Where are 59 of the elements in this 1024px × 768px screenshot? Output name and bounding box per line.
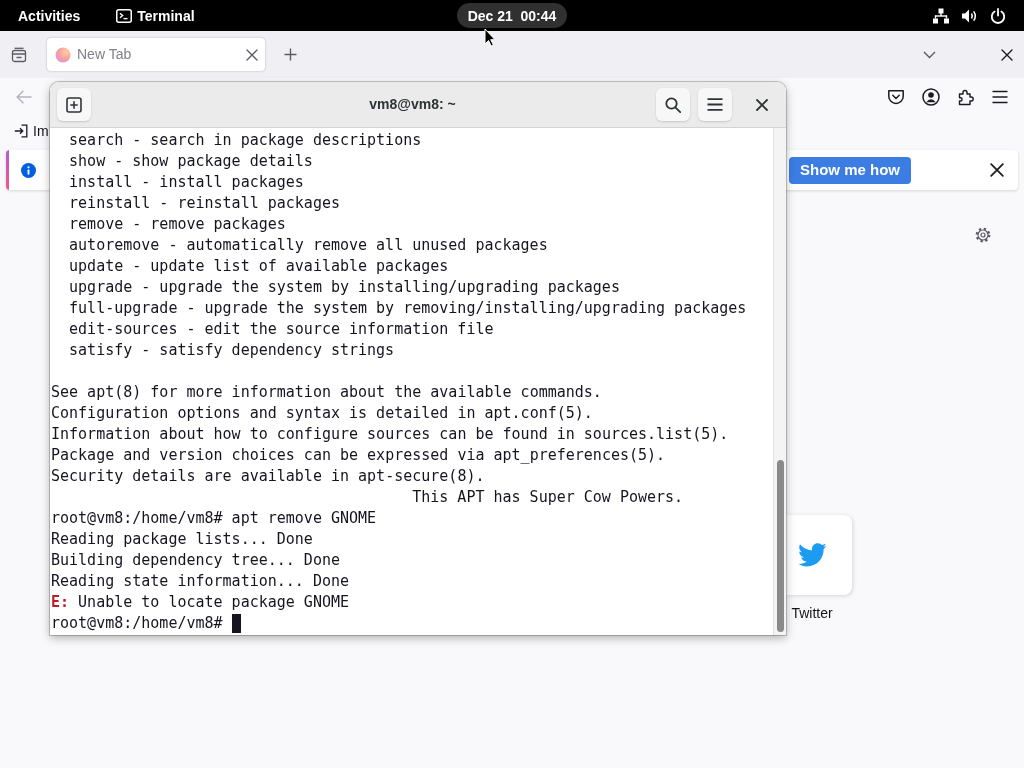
tab-list-icon[interactable] [11, 46, 27, 63]
puzzle-icon[interactable] [957, 88, 975, 106]
help-line: upgrade - upgrade the system by installing/upgrading packages [69, 277, 620, 298]
help-line: full-upgrade - upgrade the system by removing/installing/upgrading packages [69, 298, 747, 319]
help-line: edit-sources - edit the source information file [69, 319, 494, 340]
help-line: autoremove - automatically remove all unused packages [69, 235, 548, 256]
search-button[interactable] [656, 88, 690, 121]
prompt-line: root@vm8:/home/vm8# apt remove GNOME [51, 508, 377, 529]
menu-button[interactable] [698, 88, 732, 121]
shortcut-tile[interactable] [786, 515, 852, 595]
help-line: search - search in package descriptions [69, 130, 422, 151]
menu-icon [707, 98, 723, 111]
close-icon[interactable] [246, 48, 258, 61]
output-line: Building dependency tree... Done [51, 550, 340, 571]
chevron-down-icon[interactable] [923, 50, 936, 59]
error-line: E: Unable to locate package GNOME [51, 592, 350, 613]
browser-logo-icon [55, 46, 71, 63]
close-icon[interactable] [756, 98, 768, 111]
bookmark-item[interactable]: Im [14, 120, 49, 142]
shortcut-label[interactable]: Twitter [791, 603, 833, 624]
banner-line: This APT has Super Cow Powers. [412, 487, 684, 508]
settings-icon[interactable] [975, 227, 991, 243]
menu-icon[interactable] [992, 90, 1008, 104]
help-line: update - update list of available packages [69, 256, 449, 277]
import-icon [14, 124, 28, 138]
power-icon[interactable] [990, 7, 1006, 24]
close-icon[interactable] [990, 163, 1004, 177]
help-line: satisfy - satisfy dependency strings [69, 340, 395, 361]
output-line: Reading package lists... Done [51, 529, 313, 550]
terminal-icon [116, 8, 133, 23]
close-icon[interactable] [1001, 48, 1013, 61]
help-line: reinstall - reinstall packages [69, 193, 340, 214]
help-line: install - install packages [69, 172, 304, 193]
window-title: vm8@vm8: ~ [369, 95, 456, 114]
plus-square-icon [66, 96, 82, 113]
new-tab-button[interactable] [57, 88, 91, 121]
clock-button[interactable]: Dec 21 00:44 [456, 3, 568, 28]
search-icon [665, 96, 681, 113]
shield-chevron-icon[interactable] [887, 88, 905, 106]
prompt-line: root@vm8:/home/vm8# [51, 613, 223, 634]
plus-icon[interactable] [284, 48, 297, 61]
app-menu-button[interactable]: Terminal [116, 8, 195, 23]
show-me-how-button[interactable]: Show me how [789, 156, 911, 184]
network-icon[interactable] [933, 7, 949, 24]
output-line: Information about how to configure sources can be found in sources.list(5). [51, 424, 729, 445]
output-line: Reading state information... Done [51, 571, 349, 592]
browser-tab[interactable]: New Tab [47, 38, 265, 71]
help-line: remove - remove packages [69, 214, 286, 235]
output-line: Security details are available in apt-secure(8). [51, 466, 485, 487]
bird-icon [797, 542, 827, 568]
output-line: Package and version choices can be expressed via apt_preferences(5). [51, 445, 666, 466]
help-line: show - show package details [69, 151, 313, 172]
output-line: See apt(8) for more information about the available commands. [51, 382, 602, 403]
info-icon [21, 162, 36, 178]
account-icon[interactable] [922, 88, 940, 106]
scrollbar-thumb[interactable] [776, 460, 784, 632]
activities-button[interactable]: Activities [18, 8, 81, 23]
output-line: Configuration options and syntax is detailed in apt.conf(5). [51, 403, 593, 424]
volume-icon[interactable] [961, 7, 978, 24]
